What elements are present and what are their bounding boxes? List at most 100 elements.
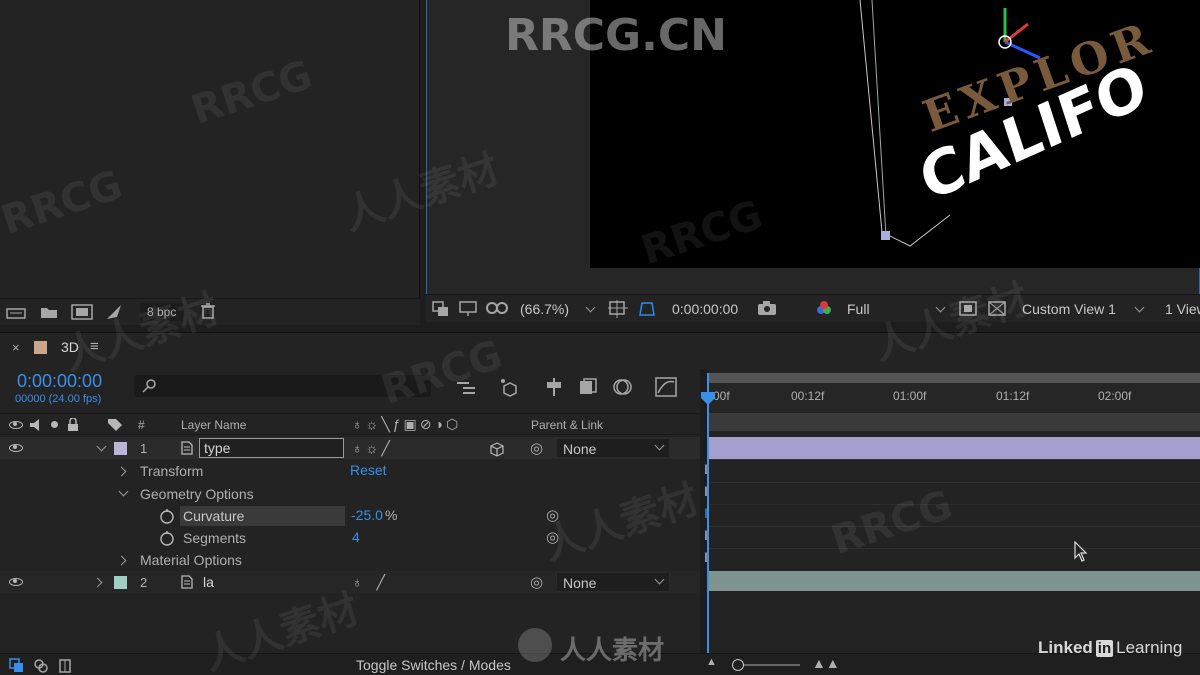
new-composition-icon[interactable] bbox=[71, 304, 93, 320]
view-layout-dropdown[interactable]: 1 View bbox=[1165, 301, 1200, 317]
ruler-tick: 01:00f bbox=[893, 389, 927, 403]
zoom-slider-thumb[interactable] bbox=[732, 659, 744, 671]
layer-label-color[interactable] bbox=[114, 442, 127, 455]
column-layer-name[interactable]: Layer Name bbox=[181, 418, 246, 432]
pick-whip-icon[interactable]: ◎ bbox=[530, 439, 543, 457]
channel-rgb-icon[interactable] bbox=[815, 300, 833, 314]
chevron-right-icon[interactable] bbox=[92, 577, 103, 588]
comp-mini-flowchart-icon[interactable] bbox=[455, 380, 475, 394]
transfer-controls-pane-icon[interactable] bbox=[33, 658, 51, 673]
layer-duration-bar-2[interactable] bbox=[708, 571, 1200, 591]
property-segments[interactable]: Segments 4 ◎ bbox=[0, 527, 700, 549]
expression-pickwhip-icon[interactable]: ◎ bbox=[546, 506, 559, 524]
chevron-down-icon[interactable] bbox=[96, 441, 107, 452]
project-footer: 8 bpc bbox=[0, 298, 420, 325]
region-of-interest-icon[interactable] bbox=[959, 301, 977, 316]
resolution-dropdown[interactable]: Full bbox=[847, 301, 870, 317]
expression-pickwhip-icon[interactable]: ◎ bbox=[546, 528, 559, 546]
solo-icon[interactable] bbox=[51, 421, 58, 428]
layer-name[interactable]: la bbox=[203, 574, 214, 590]
viewer-toolbar: (66.7%) 0:00:00:00 Full Custom View 1 1 … bbox=[426, 294, 1200, 322]
always-preview-icon[interactable] bbox=[432, 301, 450, 316]
choose-grid-icon[interactable] bbox=[608, 300, 628, 318]
3d-view-dropdown[interactable]: Custom View 1 bbox=[1022, 301, 1116, 317]
curvature-value[interactable]: -25.0 bbox=[351, 507, 383, 523]
zoom-in-icon[interactable]: ▲▲ bbox=[812, 655, 840, 671]
close-tab-icon[interactable]: × bbox=[12, 340, 20, 355]
layer-name-field[interactable]: type bbox=[199, 438, 344, 458]
chevron-right-icon[interactable] bbox=[116, 555, 127, 566]
video-toggle-icon[interactable] bbox=[9, 421, 23, 429]
panel-menu-icon[interactable]: ≡ bbox=[90, 338, 99, 355]
transform-label: Transform bbox=[140, 463, 204, 479]
adobe-media-encoder-icon[interactable] bbox=[105, 303, 123, 319]
new-folder-icon[interactable] bbox=[40, 305, 58, 319]
linkedin-in-box: in bbox=[1095, 640, 1114, 657]
chevron-down-icon[interactable] bbox=[935, 302, 946, 313]
3d-glasses-icon[interactable] bbox=[486, 301, 508, 315]
bit-depth-button[interactable]: 8 bpc bbox=[140, 303, 184, 321]
frame-blending-icon[interactable] bbox=[578, 378, 597, 394]
zoom-out-icon[interactable]: ▲ bbox=[706, 656, 717, 668]
toggle-switches-modes-button[interactable]: Toggle Switches / Modes bbox=[356, 657, 511, 673]
parent-dropdown-2[interactable]: None bbox=[556, 572, 670, 592]
stopwatch-icon[interactable] bbox=[159, 530, 177, 546]
3d-layer-cube-icon[interactable] bbox=[489, 441, 507, 457]
layer-duration-bar-1[interactable] bbox=[708, 437, 1200, 459]
lock-icon[interactable] bbox=[67, 417, 85, 432]
graph-editor-icon[interactable] bbox=[655, 377, 677, 397]
property-geometry-options[interactable]: Geometry Options bbox=[0, 483, 700, 505]
playhead-line[interactable] bbox=[707, 373, 709, 658]
text-layer-icon bbox=[181, 575, 199, 589]
chevron-down-icon[interactable] bbox=[118, 486, 129, 497]
shy-layers-icon[interactable] bbox=[543, 378, 561, 396]
viewer-timecode[interactable]: 0:00:00:00 bbox=[672, 301, 738, 317]
toggle-mask-icon[interactable] bbox=[637, 300, 655, 316]
draft-3d-icon[interactable] bbox=[499, 378, 517, 397]
eye-icon[interactable] bbox=[9, 444, 23, 452]
layer-label-color[interactable] bbox=[114, 576, 127, 589]
watermark-top: RRCG.CN bbox=[505, 10, 727, 61]
text-layer-icon bbox=[181, 441, 199, 455]
current-time-display[interactable]: 0:00:00:00 bbox=[17, 371, 102, 392]
motion-blur-icon[interactable] bbox=[612, 378, 632, 395]
property-transform[interactable]: Transform Reset bbox=[0, 460, 700, 482]
linkedin-text: Linked bbox=[1038, 638, 1093, 657]
layer-switches[interactable]: ♁☼╱ bbox=[352, 440, 393, 457]
stopwatch-icon[interactable] bbox=[159, 508, 177, 524]
layer-number: 2 bbox=[140, 575, 148, 590]
transform-reset-link[interactable]: Reset bbox=[350, 462, 387, 478]
ruler-tick: 00:12f bbox=[791, 389, 825, 403]
interpret-footage-icon[interactable] bbox=[6, 306, 26, 320]
zoom-dropdown[interactable]: (66.7%) bbox=[520, 301, 569, 317]
chevron-down-icon[interactable] bbox=[1134, 302, 1145, 313]
segments-value[interactable]: 4 bbox=[352, 529, 360, 545]
material-options-label: Material Options bbox=[140, 552, 242, 568]
playhead-handle[interactable] bbox=[700, 391, 716, 407]
time-ruler[interactable]: 00f 00:12f 01:00f 01:12f 02:00f bbox=[708, 383, 1200, 411]
layer-switches[interactable]: ♁╱ bbox=[352, 574, 399, 591]
chevron-down-icon[interactable] bbox=[585, 302, 596, 313]
parent-dropdown-1[interactable]: None bbox=[556, 438, 670, 458]
monitor-icon[interactable] bbox=[459, 301, 477, 316]
column-parent-link[interactable]: Parent & Link bbox=[531, 418, 603, 432]
audio-icon[interactable] bbox=[29, 418, 47, 432]
trash-icon[interactable] bbox=[200, 303, 218, 319]
layer-row-2[interactable]: 2 la ♁╱ ◎ None bbox=[0, 571, 700, 593]
in-out-duration-pane-icon[interactable] bbox=[57, 658, 75, 673]
layer-row-1[interactable]: 1 type ♁☼╱ ◎ None bbox=[0, 437, 700, 459]
camera-icon[interactable] bbox=[757, 300, 776, 315]
transparency-grid-icon[interactable] bbox=[988, 301, 1006, 316]
pick-whip-icon[interactable]: ◎ bbox=[530, 573, 543, 591]
search-icon bbox=[142, 379, 156, 393]
work-area-bar[interactable] bbox=[708, 373, 1200, 383]
eye-icon[interactable] bbox=[9, 578, 23, 586]
property-material-options[interactable]: Material Options bbox=[0, 549, 700, 571]
curvature-label: Curvature bbox=[180, 506, 345, 526]
layer-search-input[interactable] bbox=[134, 375, 431, 397]
layer-switches-pane-icon[interactable] bbox=[9, 658, 27, 672]
tab-comp-3d[interactable]: 3D bbox=[61, 339, 79, 355]
label-tag-icon[interactable] bbox=[107, 418, 125, 432]
property-curvature[interactable]: Curvature -25.0 % ◎ bbox=[0, 505, 700, 527]
chevron-right-icon[interactable] bbox=[116, 466, 127, 477]
